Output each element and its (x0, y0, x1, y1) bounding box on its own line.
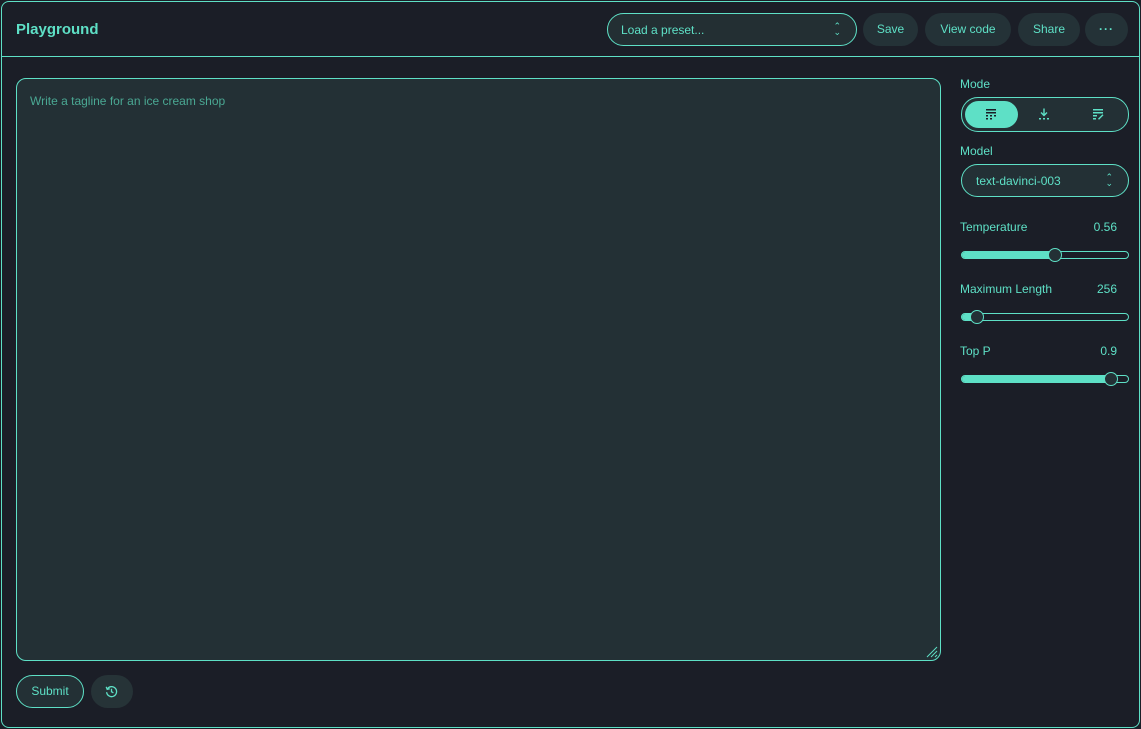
playground-window: Playground Load a preset... ⌃ ⌄ Save View… (1, 1, 1140, 728)
max-length-label: Maximum Length (960, 282, 1053, 296)
more-options-button[interactable]: ··· (1085, 13, 1128, 46)
mode-complete-button[interactable] (965, 101, 1018, 128)
edit-icon (1093, 109, 1104, 120)
slider-thumb[interactable] (969, 310, 984, 324)
slider-fill (962, 252, 1055, 258)
top-p-value: 0.9 (1100, 344, 1117, 358)
model-select-value: text-davinci-003 (976, 174, 1061, 188)
prompt-textarea[interactable]: Write a tagline for an ice cream shop (16, 78, 941, 661)
page-title: Playground (16, 21, 99, 38)
temperature-value: 0.56 (1093, 220, 1117, 234)
header-bar: Playground Load a preset... ⌃ ⌄ Save View… (2, 2, 1139, 57)
share-button[interactable]: Share (1018, 13, 1080, 46)
chevron-updown-icon: ⌃ ⌄ (833, 21, 841, 37)
slider-fill (962, 376, 1112, 382)
history-button[interactable] (91, 675, 133, 708)
max-length-slider[interactable] (961, 310, 1129, 324)
submit-button[interactable]: Submit (16, 675, 84, 708)
max-length-value: 256 (1096, 282, 1117, 296)
top-p-label: Top P (960, 344, 991, 358)
insert-icon (1039, 108, 1049, 120)
mode-label: Mode (960, 77, 991, 91)
slider-thumb[interactable] (1104, 372, 1119, 386)
temperature-label: Temperature (960, 220, 1028, 234)
model-select[interactable]: text-davinci-003 ⌃ ⌄ (961, 164, 1129, 197)
model-label: Model (960, 144, 993, 158)
preset-select[interactable]: Load a preset... ⌃ ⌄ (607, 13, 857, 46)
mode-insert-button[interactable] (1018, 101, 1071, 128)
view-code-button[interactable]: View code (925, 13, 1011, 46)
mode-toggle-group (961, 97, 1129, 132)
complete-icon (986, 109, 996, 120)
history-icon (105, 685, 118, 698)
slider-thumb[interactable] (1047, 248, 1062, 262)
save-button[interactable]: Save (863, 13, 918, 46)
preset-select-label: Load a preset... (621, 23, 705, 37)
mode-edit-button[interactable] (1072, 101, 1125, 128)
prompt-placeholder: Write a tagline for an ice cream shop (30, 94, 226, 108)
resize-grip-icon[interactable] (924, 644, 938, 658)
chevron-updown-icon: ⌃ ⌄ (1105, 172, 1113, 188)
top-p-slider[interactable] (961, 372, 1129, 386)
temperature-slider[interactable] (961, 248, 1129, 262)
